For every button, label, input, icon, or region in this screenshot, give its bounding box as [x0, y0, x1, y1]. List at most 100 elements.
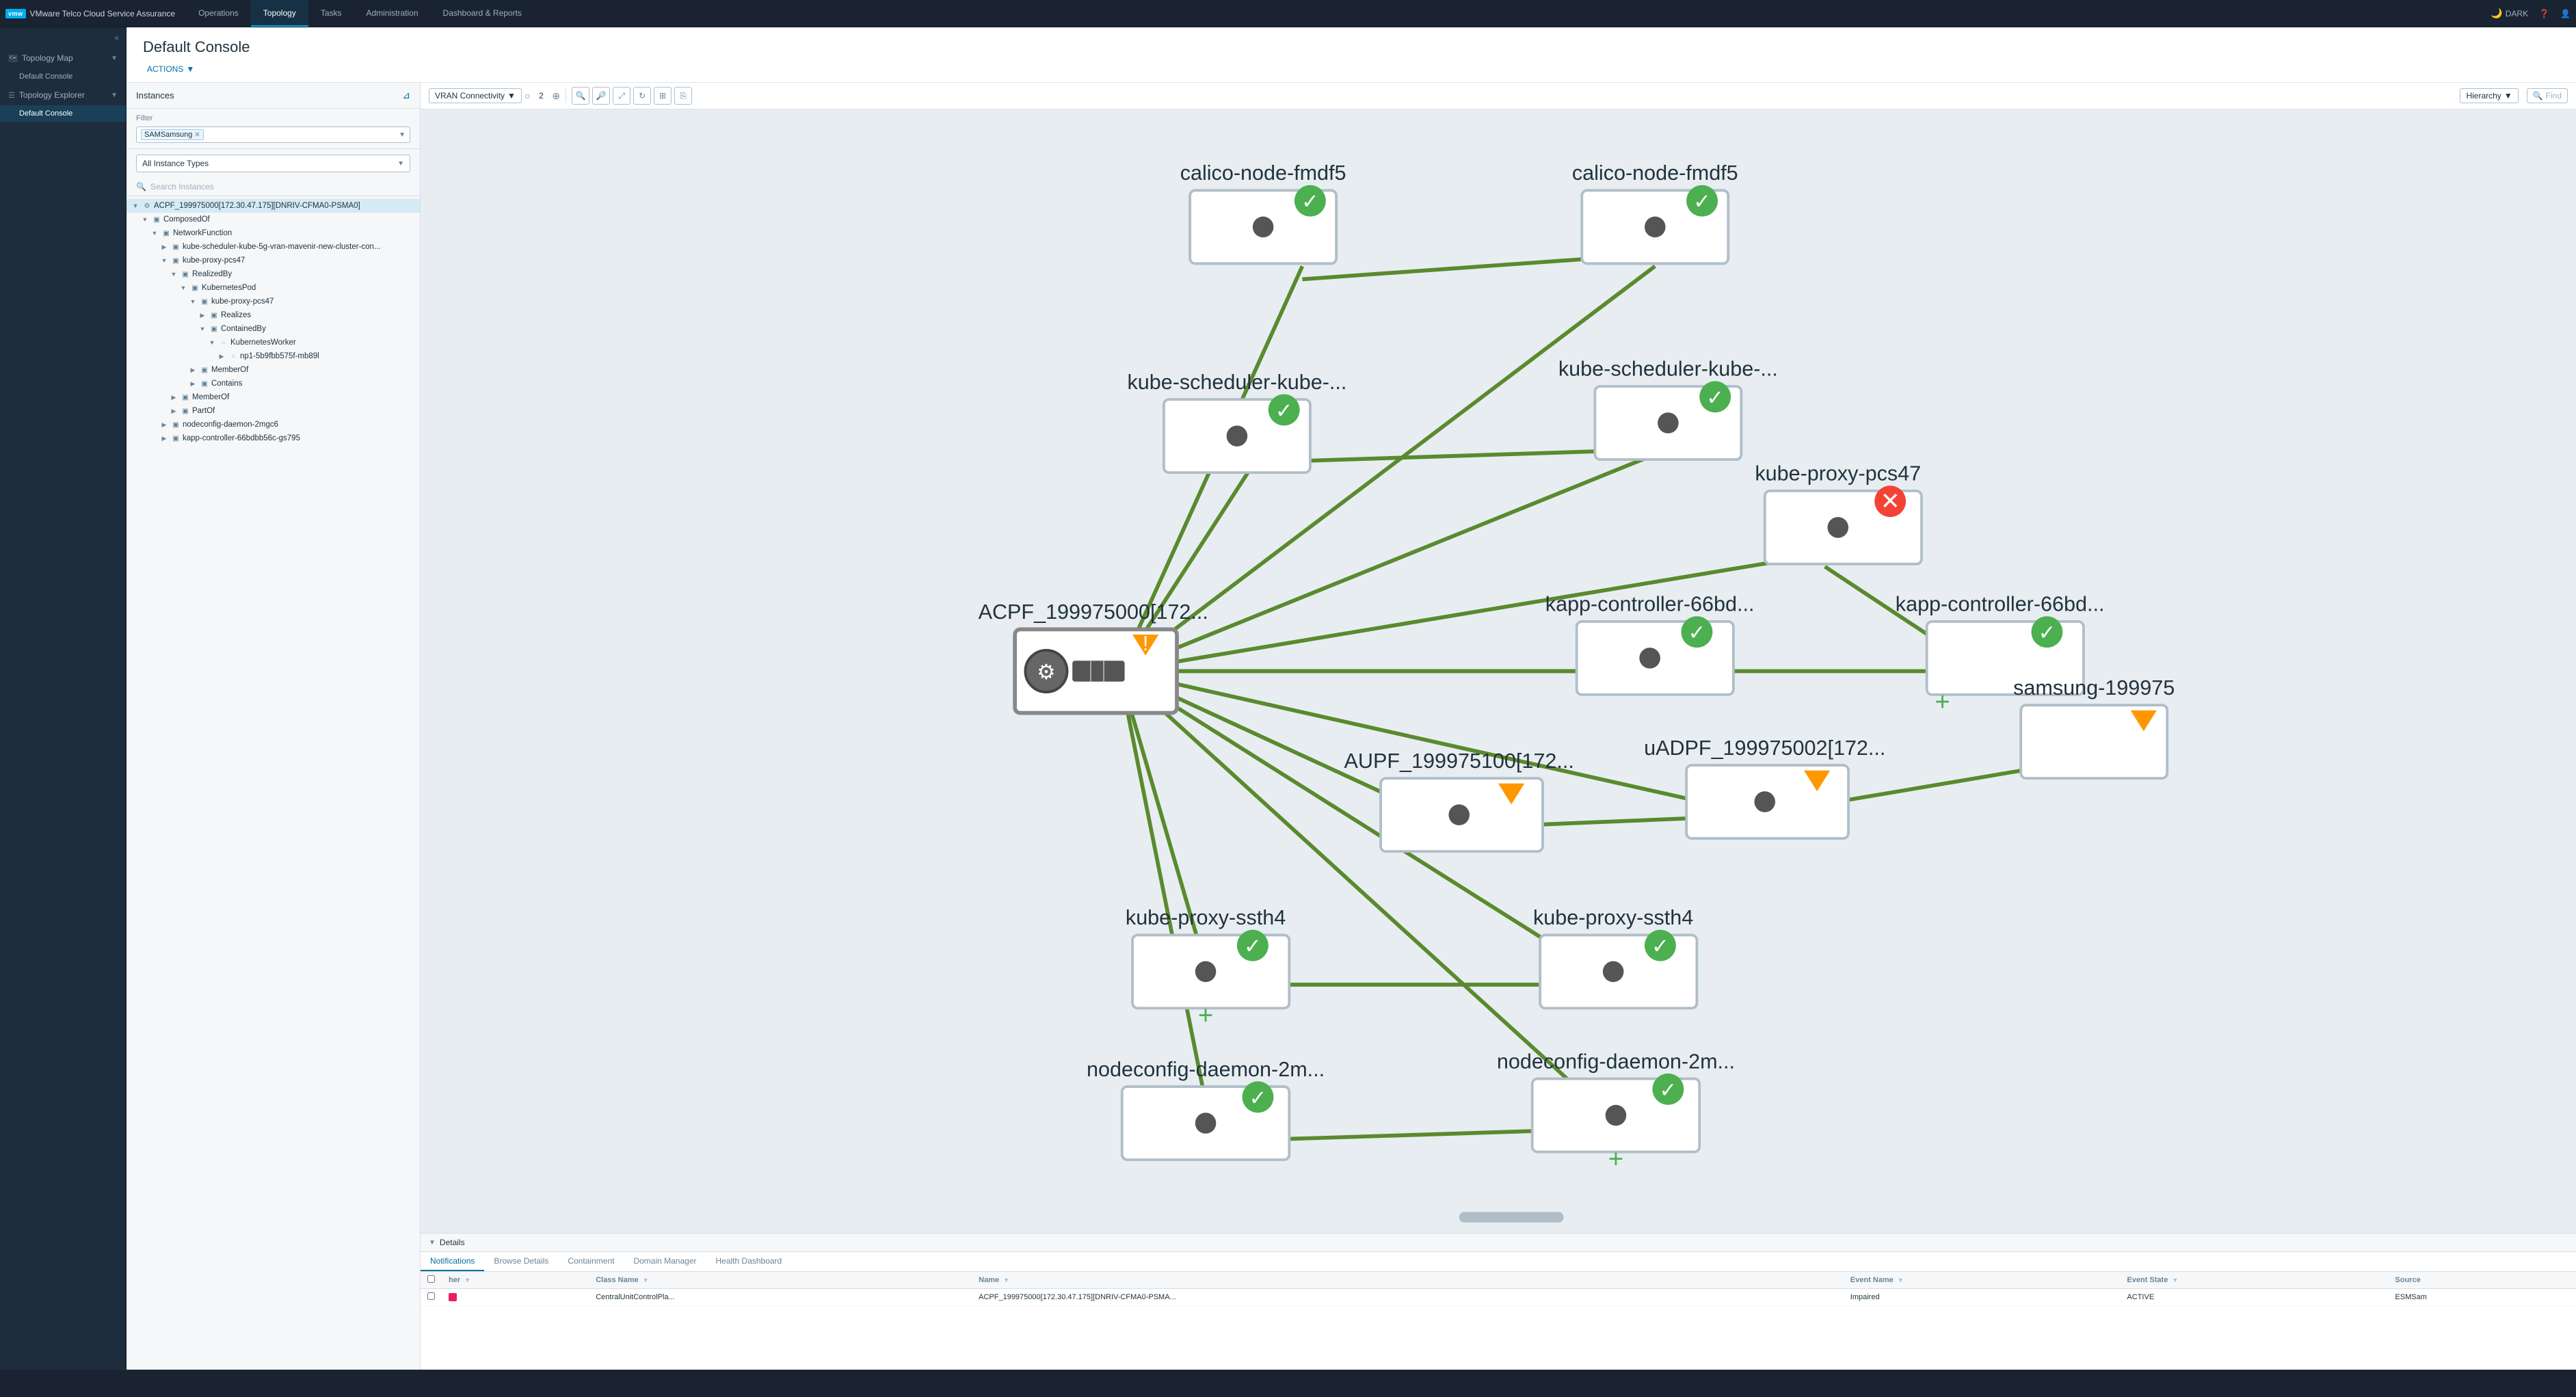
tree-expand-3[interactable]: ▶ — [159, 242, 169, 252]
help-button[interactable]: ❓ — [2539, 9, 2549, 18]
layout-button[interactable]: ⊞ — [654, 87, 672, 105]
sidebar-section-topology-map-header[interactable]: 🗺 Topology Map ▼ — [0, 48, 126, 68]
nav-topology[interactable]: Topology — [251, 0, 308, 27]
tree-label-6: KubernetesPod — [202, 284, 416, 292]
tree-expand-9[interactable]: ▼ — [198, 324, 207, 334]
table-row-0: CentralUnitControlPla... ACPF_199975000[… — [421, 1289, 2576, 1306]
counter-decrement[interactable]: ○ — [525, 90, 530, 101]
topology-view-dropdown[interactable]: VRAN Connectivity ▼ — [429, 88, 522, 103]
topo-node-kube-proxy-pcs47[interactable]: kube-proxy-pcs47 ✕ — [1755, 462, 1922, 564]
details-header: ▼ Details — [421, 1234, 2576, 1252]
refresh-button[interactable]: ↻ — [633, 87, 651, 105]
tree-item-15[interactable]: ▶▣PartOf — [127, 404, 420, 418]
svg-text:✓: ✓ — [1660, 1078, 1677, 1102]
tree-expand-2[interactable]: ▼ — [150, 228, 159, 238]
tree-expand-6[interactable]: ▼ — [178, 283, 188, 293]
tree-expand-8[interactable]: ▶ — [198, 310, 207, 320]
user-button[interactable]: 👤 — [2560, 9, 2571, 18]
tree-expand-17[interactable]: ▶ — [159, 434, 169, 443]
tab-browse-details[interactable]: Browse Details — [484, 1252, 558, 1271]
col-header-class-name: Class Name ▼ — [589, 1272, 972, 1289]
tab-containment[interactable]: Containment — [558, 1252, 624, 1271]
topo-node-kapp-left[interactable]: kapp-controller-66bd... ✓ — [1545, 593, 1755, 695]
fit-view-button[interactable]: ⤢ — [613, 87, 630, 105]
svg-text:+: + — [1198, 1000, 1213, 1030]
app-logo[interactable]: vmw VMware Telco Cloud Service Assurance — [5, 9, 175, 18]
topo-node-calico-left[interactable]: calico-node-fmdf5 ✓ — [1180, 161, 1346, 263]
tree-node-icon-6: ▣ — [189, 283, 200, 293]
theme-label: DARK — [2506, 9, 2528, 18]
tree-item-0[interactable]: ▼⚙ACPF_199975000[172.30.47.175][DNRIV-CF… — [127, 199, 420, 213]
topo-node-kube-proxy-ssth4-right[interactable]: kube-proxy-ssth4 ✓ — [1533, 906, 1697, 1008]
sidebar-collapse-button[interactable]: « — [0, 27, 126, 48]
tree-item-16[interactable]: ▶▣nodeconfig-daemon-2mgc6 — [127, 418, 420, 431]
tree-item-10[interactable]: ▼○KubernetesWorker — [127, 336, 420, 349]
zoom-in-button[interactable]: 🔍 — [572, 87, 589, 105]
tree-label-11: np1-5b9fbb575f-mb89l — [240, 352, 416, 360]
tree-item-11[interactable]: ▶○np1-5b9fbb575f-mb89l — [127, 349, 420, 363]
tree-expand-4[interactable]: ▼ — [159, 256, 169, 265]
actions-button[interactable]: ACTIONS ▼ — [143, 62, 198, 77]
filter-dropdown-arrow[interactable]: ▼ — [399, 131, 406, 139]
find-box[interactable]: 🔍 Find — [2527, 88, 2568, 103]
svg-text:kube-proxy-pcs47: kube-proxy-pcs47 — [1755, 462, 1921, 485]
row-check-0[interactable] — [427, 1292, 435, 1300]
tab-notifications[interactable]: Notifications — [421, 1252, 484, 1271]
sidebar-section-topology-explorer-header[interactable]: ☰ Topology Explorer ▼ — [0, 85, 126, 105]
tree-label-13: Contains — [211, 380, 416, 388]
svg-text:nodeconfig-daemon-2m...: nodeconfig-daemon-2m... — [1087, 1058, 1325, 1081]
row-checkbox-0[interactable] — [421, 1289, 442, 1306]
theme-toggle[interactable]: 🌙 DARK — [2491, 8, 2528, 19]
tree-item-17[interactable]: ▶▣kapp-controller-66bdbb56c-gs795 — [127, 431, 420, 445]
tree-item-8[interactable]: ▶▣Realizes — [127, 308, 420, 322]
nav-operations[interactable]: Operations — [186, 0, 251, 27]
tree-expand-7[interactable]: ▼ — [188, 297, 198, 306]
tree-expand-13[interactable]: ▶ — [188, 379, 198, 388]
instance-type-selector[interactable]: All Instance Types ▼ — [136, 155, 410, 172]
tree-node-icon-9: ▣ — [209, 324, 220, 334]
tab-domain-manager[interactable]: Domain Manager — [624, 1252, 706, 1271]
col-header-name: Name ▼ — [972, 1272, 1844, 1289]
hierarchy-button[interactable]: Hierarchy ▼ — [2460, 88, 2518, 103]
tree-item-13[interactable]: ▶▣Contains — [127, 377, 420, 390]
tree-item-5[interactable]: ▼▣RealizedBy — [127, 267, 420, 281]
tree-item-2[interactable]: ▼▣NetworkFunction — [127, 226, 420, 240]
topo-node-nodeconfig-left[interactable]: nodeconfig-daemon-2m... ✓ — [1087, 1058, 1325, 1160]
details-collapse-button[interactable]: ▼ — [429, 1239, 436, 1247]
tree-item-4[interactable]: ▼▣kube-proxy-pcs47 — [127, 254, 420, 267]
tree-expand-15[interactable]: ▶ — [169, 406, 178, 416]
counter-increment[interactable]: ⊕ — [552, 90, 560, 102]
select-all-checkbox[interactable] — [427, 1275, 435, 1283]
search-input[interactable] — [150, 182, 410, 191]
tree-item-9[interactable]: ▼▣ContainedBy — [127, 322, 420, 336]
export-button[interactable]: ⎘ — [674, 87, 692, 105]
tree-item-3[interactable]: ▶▣kube-scheduler-kube-5g-vran-mavenir-ne… — [127, 240, 420, 254]
tab-health-dashboard[interactable]: Health Dashboard — [706, 1252, 792, 1271]
nav-administration[interactable]: Administration — [354, 0, 431, 27]
tree-expand-1[interactable]: ▼ — [140, 215, 150, 224]
topo-node-samsung[interactable]: samsung-199975 — [2013, 676, 2175, 778]
filter-tag-remove-button[interactable]: ✕ — [194, 131, 200, 139]
nav-dashboard-reports[interactable]: Dashboard & Reports — [431, 0, 534, 27]
topology-svg: calico-node-fmdf5 ✓ calico-node-fmdf5 ✓ — [421, 109, 2576, 1233]
tree-item-1[interactable]: ▼▣ComposedOf — [127, 213, 420, 226]
nav-tasks[interactable]: Tasks — [308, 0, 354, 27]
sidebar-item-topology-explorer-default[interactable]: Default Console — [0, 105, 126, 122]
tree-item-14[interactable]: ▶▣MemberOf — [127, 390, 420, 404]
tree-expand-11[interactable]: ▶ — [217, 351, 226, 361]
details-tabs: Notifications Browse Details Containment… — [421, 1252, 2576, 1272]
topo-node-calico-right[interactable]: calico-node-fmdf5 ✓ — [1572, 161, 1738, 263]
tree-label-10: KubernetesWorker — [230, 338, 416, 347]
tree-expand-10[interactable]: ▼ — [207, 338, 217, 347]
tree-expand-0[interactable]: ▼ — [131, 201, 140, 211]
tree-item-7[interactable]: ▼▣kube-proxy-pcs47 — [127, 295, 420, 308]
zoom-out-button[interactable]: 🔎 — [592, 87, 610, 105]
tree-expand-14[interactable]: ▶ — [169, 393, 178, 402]
tree-expand-16[interactable]: ▶ — [159, 420, 169, 429]
tree-item-12[interactable]: ▶▣MemberOf — [127, 363, 420, 377]
tree-item-6[interactable]: ▼▣KubernetesPod — [127, 281, 420, 295]
filter-icon[interactable]: ⊿ — [402, 90, 410, 101]
sidebar-item-topology-map-default[interactable]: Default Console — [0, 68, 126, 85]
tree-expand-12[interactable]: ▶ — [188, 365, 198, 375]
tree-expand-5[interactable]: ▼ — [169, 269, 178, 279]
